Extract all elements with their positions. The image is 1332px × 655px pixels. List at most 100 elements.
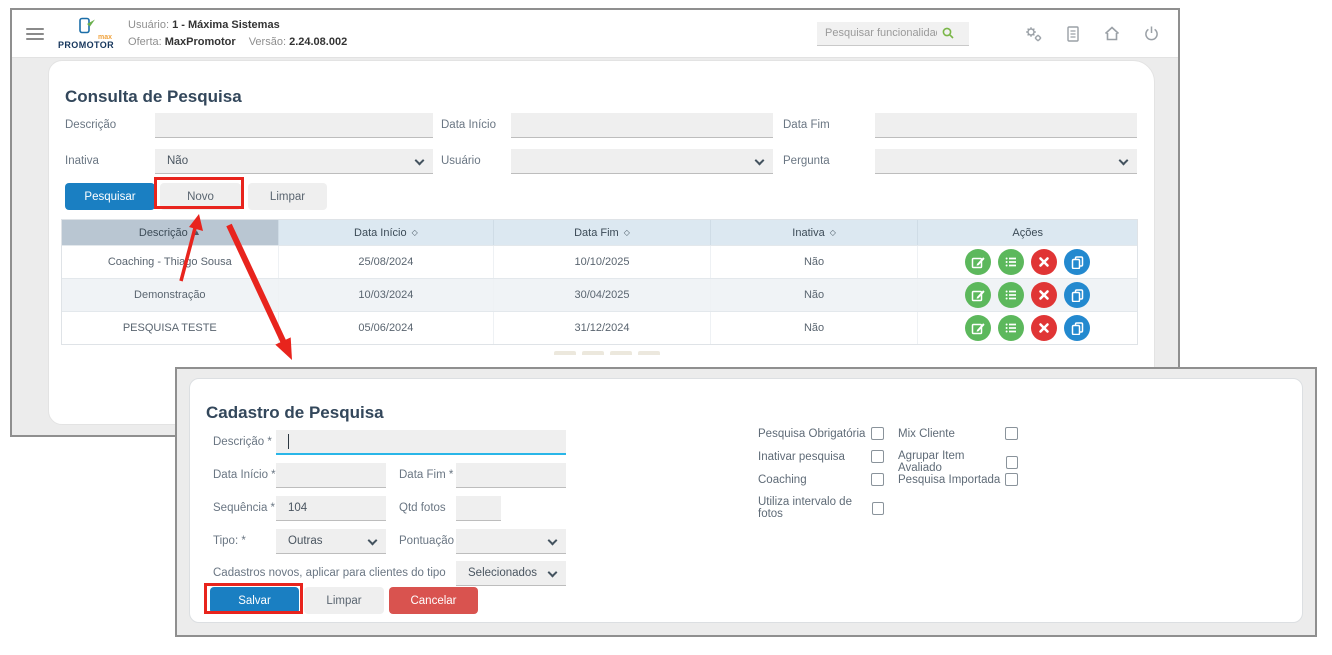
header-inativa[interactable]: Inativa ◇ [711,220,919,245]
pergunta-filter-select[interactable] [875,149,1137,174]
usuario-filter-label: Usuário [441,155,481,167]
table-row: PESQUISA TESTE05/06/202431/12/2024Não [62,311,1137,344]
cell-data-fim: 10/10/2025 [494,246,711,278]
cadastros-novos-label: Cadastros novos, aplicar para clientes d… [213,567,446,579]
duplicate-action-button[interactable] [1064,282,1090,308]
search-icon[interactable] [941,26,955,40]
cell-data-inicio: 05/06/2024 [279,312,495,344]
coaching-checkbox[interactable] [871,473,884,486]
qtd-fotos-label: Qtd fotos [399,502,446,514]
duplicate-action-button[interactable] [1064,249,1090,275]
text-cursor [288,434,289,449]
chevron-down-icon [1119,156,1129,166]
cell-inativa: Não [711,246,919,278]
edit-action-button[interactable] [965,315,991,341]
checkbox-row: Pesquisa Importada [898,473,1018,486]
pesquisar-button[interactable]: Pesquisar [65,183,155,210]
qtd-fotos-input[interactable] [456,496,501,521]
data-inicio-label: Data Início * [213,469,276,481]
delete-action-button[interactable] [1031,249,1057,275]
mix-cliente-checkbox[interactable] [1005,427,1018,440]
data-fim-filter-label: Data Fim [783,119,830,131]
sequencia-label: Sequência * [213,502,275,514]
chevron-down-icon [755,156,765,166]
tipo-select[interactable]: Outras [276,529,386,554]
pagination-clipped [554,351,660,355]
checkbox-row: Agrupar Item Avaliado [898,450,1018,474]
descricao-filter-label: Descrição [65,119,116,131]
reports-document-icon[interactable] [1065,25,1081,43]
app-header: max PROMOTOR Usuário: 1 - Máxima Sistema… [12,10,1178,58]
inativa-filter-select[interactable]: Não [155,149,433,174]
data-inicio-filter-input[interactable] [511,113,773,138]
salvar-button[interactable]: Salvar [210,587,299,614]
pontuacao-label: Pontuação [399,535,454,547]
data-fim-input[interactable] [456,463,566,488]
list-items-action-button[interactable] [998,249,1024,275]
session-info: Usuário: 1 - Máxima Sistemas Oferta: Max… [128,17,347,50]
cell-descricao: Demonstração [62,279,279,311]
descricao-input[interactable] [276,430,566,455]
inativar-pesquisa-checkbox[interactable] [871,450,884,463]
utiliza-intervalo-fotos-checkbox[interactable] [872,502,884,515]
edit-action-button[interactable] [965,282,991,308]
settings-gears-icon[interactable] [1024,25,1043,43]
tipo-label: Tipo: * [213,535,246,547]
chevron-down-icon [415,156,425,166]
search-input[interactable] [817,27,941,39]
chevron-down-icon [548,536,558,546]
chevron-down-icon [368,536,378,546]
edit-action-button[interactable] [965,249,991,275]
sort-icon: ◇ [830,228,836,237]
cancelar-button[interactable]: Cancelar [389,587,478,614]
agrupar-item-avaliado-checkbox[interactable] [1006,456,1018,469]
functionality-search [817,22,969,46]
limpar-button[interactable]: Limpar [248,183,327,210]
checkbox-row: Coaching [758,473,884,486]
pesquisa-obrigatoria-checkbox[interactable] [871,427,884,440]
home-icon[interactable] [1103,25,1121,42]
cell-data-fim: 30/04/2025 [494,279,711,311]
offer-label: Oferta: [128,36,162,48]
pergunta-filter-label: Pergunta [783,155,830,167]
sequencia-input[interactable]: 104 [276,496,386,521]
power-logout-icon[interactable] [1143,25,1160,42]
checkbox-row: Mix Cliente [898,427,1018,440]
cell-data-inicio: 10/03/2024 [279,279,495,311]
pesquisa-importada-checkbox[interactable] [1005,473,1018,486]
sort-asc-icon: ▲ [193,228,201,237]
novo-button[interactable]: Novo [160,183,241,210]
offer-value: MaxPromotor [165,36,236,48]
pontuacao-select[interactable] [456,529,566,554]
cell-descricao: PESQUISA TESTE [62,312,279,344]
header-data-inicio[interactable]: Data Início ◇ [279,220,495,245]
delete-action-button[interactable] [1031,315,1057,341]
data-fim-label: Data Fim * [399,469,453,481]
duplicate-action-button[interactable] [1064,315,1090,341]
data-inicio-input[interactable] [276,463,386,488]
usuario-filter-select[interactable] [511,149,773,174]
cadastro-window: Cadastro de Pesquisa Descrição * Data In… [175,367,1317,637]
header-descricao[interactable]: Descrição ▲ [62,220,279,245]
app-logo: max PROMOTOR [58,17,114,50]
header-data-fim[interactable]: Data Fim ◇ [494,220,711,245]
delete-action-button[interactable] [1031,282,1057,308]
data-fim-filter-input[interactable] [875,113,1137,138]
cell-inativa: Não [711,279,919,311]
cadastro-title: Cadastro de Pesquisa [206,403,384,423]
list-items-action-button[interactable] [998,315,1024,341]
table-row: Coaching - Thiago Sousa25/08/202410/10/2… [62,245,1137,278]
limpar-cadastro-button[interactable]: Limpar [304,587,384,614]
descricao-filter-input[interactable] [155,113,433,138]
sort-icon: ◇ [412,228,418,237]
page-title: Consulta de Pesquisa [65,87,242,107]
user-label: Usuário: [128,19,169,31]
user-value: 1 - Máxima Sistemas [172,19,280,31]
version-value: 2.24.08.002 [289,36,347,48]
row-actions [965,315,1090,341]
data-inicio-filter-label: Data Início [441,119,496,131]
menu-icon[interactable] [26,28,44,40]
list-items-action-button[interactable] [998,282,1024,308]
cell-inativa: Não [711,312,919,344]
cadastros-novos-select[interactable]: Selecionados [456,561,566,586]
